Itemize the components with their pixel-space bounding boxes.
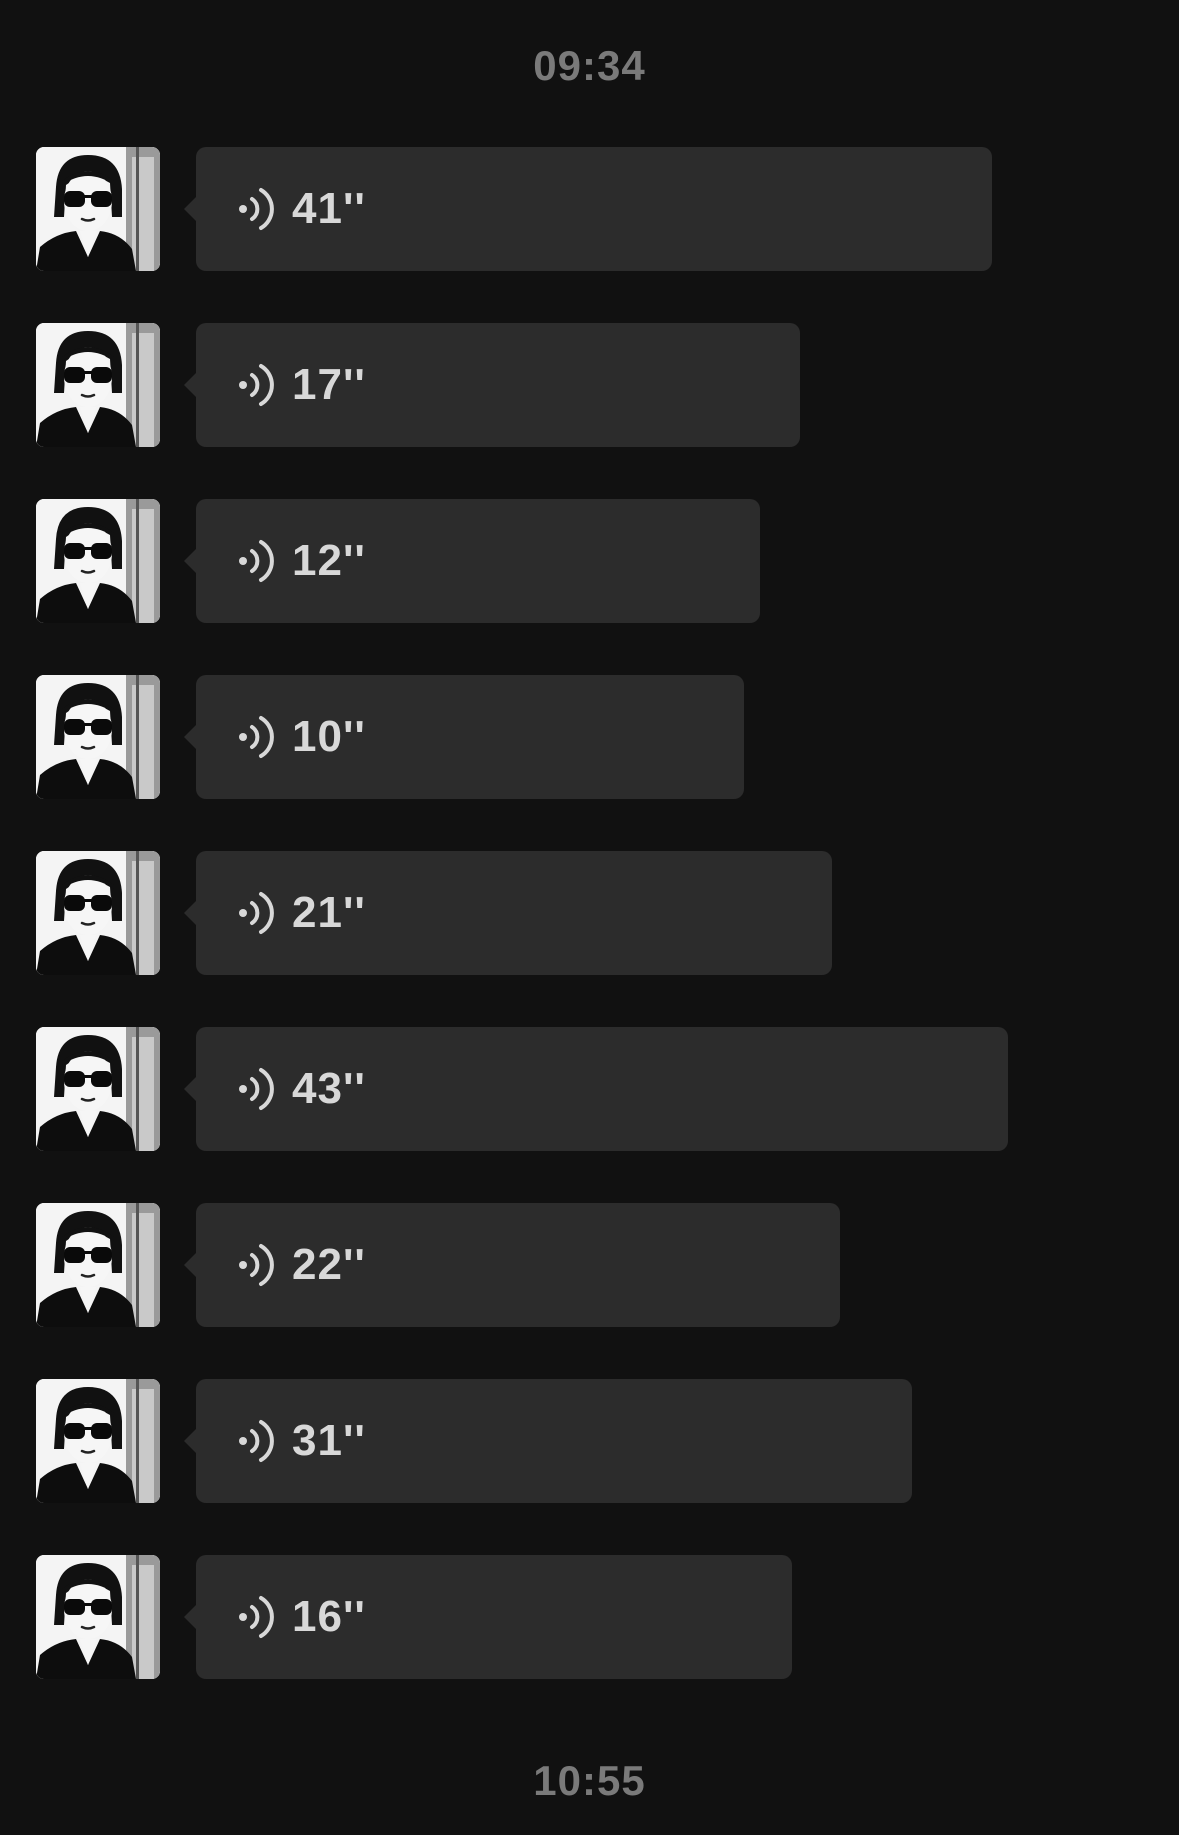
timestamp-bottom: 10:55	[533, 1757, 646, 1804]
voice-wave-icon	[238, 536, 274, 586]
voice-wave-icon	[238, 712, 274, 762]
voice-message-bubble[interactable]: 17''	[184, 323, 800, 447]
voice-duration: 16''	[292, 1592, 366, 1641]
avatar[interactable]	[36, 851, 160, 975]
voice-wave-icon	[238, 1416, 274, 1466]
avatar[interactable]	[36, 1203, 160, 1327]
voice-duration: 41''	[292, 184, 366, 233]
voice-duration: 10''	[292, 712, 366, 761]
voice-message-bubble[interactable]: 12''	[184, 499, 760, 623]
voice-message-bubble[interactable]: 43''	[184, 1027, 1008, 1151]
voice-wave-icon	[238, 1592, 274, 1642]
voice-duration: 31''	[292, 1416, 366, 1465]
voice-message-bubble[interactable]: 31''	[184, 1379, 912, 1503]
avatar[interactable]	[36, 147, 160, 271]
avatar[interactable]	[36, 1027, 160, 1151]
message-row: 10''	[0, 675, 1179, 799]
voice-message-bubble[interactable]: 21''	[184, 851, 832, 975]
message-row: 31''	[0, 1379, 1179, 1503]
avatar[interactable]	[36, 675, 160, 799]
message-row: 43''	[0, 1027, 1179, 1151]
voice-duration: 22''	[292, 1240, 366, 1289]
voice-duration: 12''	[292, 536, 366, 585]
message-row: 22''	[0, 1203, 1179, 1327]
message-row: 41''	[0, 147, 1179, 271]
voice-message-bubble[interactable]: 16''	[184, 1555, 792, 1679]
voice-wave-icon	[238, 360, 274, 410]
voice-message-bubble[interactable]: 10''	[184, 675, 744, 799]
voice-duration: 43''	[292, 1064, 366, 1113]
voice-wave-icon	[238, 888, 274, 938]
voice-duration: 21''	[292, 888, 366, 937]
message-list: 41'' 17'' 12'' 10'' 21'' 43'' 22'' 31'' …	[0, 147, 1179, 1731]
voice-message-bubble[interactable]: 41''	[184, 147, 992, 271]
message-row: 16''	[0, 1555, 1179, 1679]
voice-message-bubble[interactable]: 22''	[184, 1203, 840, 1327]
message-row: 21''	[0, 851, 1179, 975]
avatar[interactable]	[36, 1379, 160, 1503]
voice-duration: 17''	[292, 360, 366, 409]
avatar[interactable]	[36, 1555, 160, 1679]
avatar[interactable]	[36, 499, 160, 623]
voice-wave-icon	[238, 1240, 274, 1290]
message-row: 12''	[0, 499, 1179, 623]
timestamp-top: 09:34	[533, 42, 646, 89]
message-row: 17''	[0, 323, 1179, 447]
voice-wave-icon	[238, 184, 274, 234]
voice-wave-icon	[238, 1064, 274, 1114]
avatar[interactable]	[36, 323, 160, 447]
